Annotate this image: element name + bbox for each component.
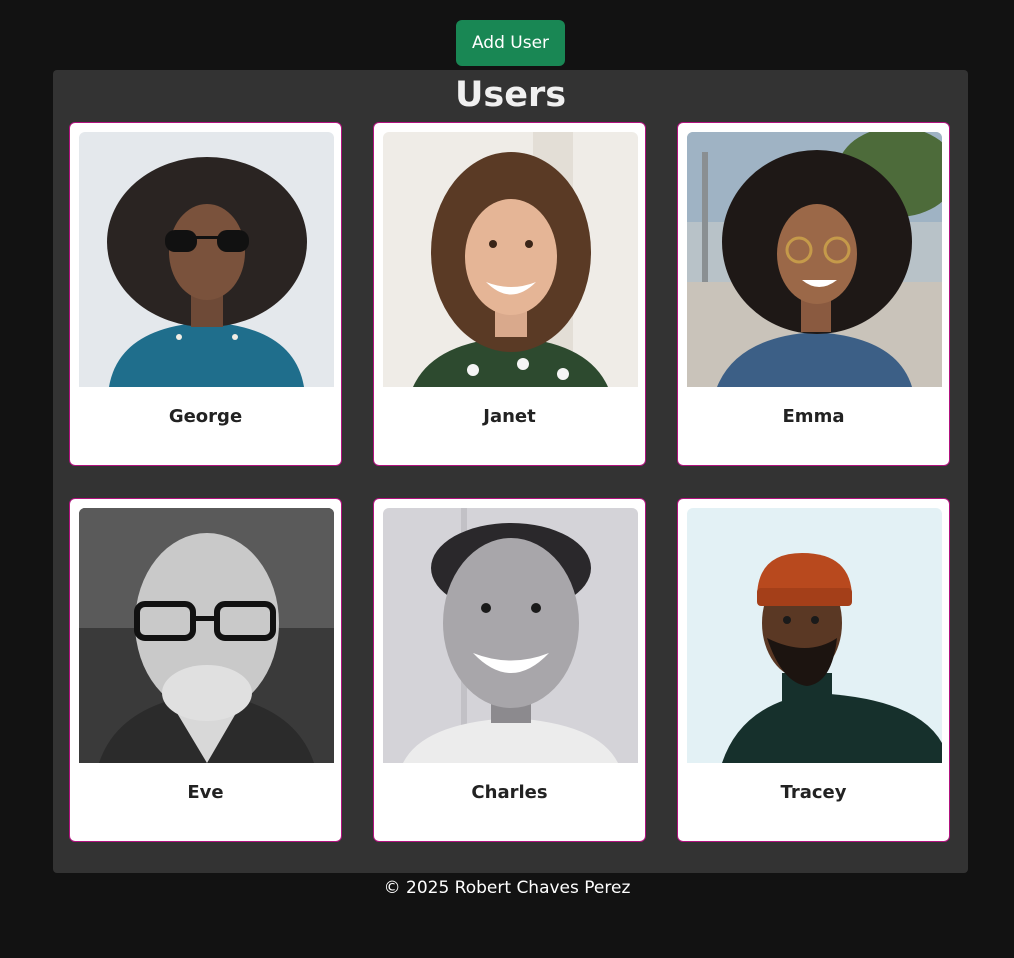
user-name: Janet	[483, 406, 536, 427]
user-card[interactable]: Emma	[677, 122, 950, 466]
user-card[interactable]: Charles	[373, 498, 646, 842]
user-photo	[383, 132, 638, 387]
user-photo-image	[79, 132, 334, 387]
user-card[interactable]: Tracey	[677, 498, 950, 842]
footer-copyright: © 2025 Robert Chaves Perez	[383, 878, 631, 898]
user-photo	[383, 508, 638, 763]
user-name: Tracey	[780, 782, 847, 803]
user-photo	[79, 508, 334, 763]
user-photo	[687, 508, 942, 763]
user-name: Eve	[187, 782, 224, 803]
user-card[interactable]: Eve	[69, 498, 342, 842]
user-photo-image	[383, 508, 638, 763]
user-photo	[687, 132, 942, 387]
page-title: Users	[454, 75, 567, 115]
user-name: George	[168, 406, 243, 427]
user-photo-image	[79, 508, 334, 763]
users-panel: Users George Janet Emma Eve Charles Trac…	[53, 70, 968, 873]
user-card[interactable]: George	[69, 122, 342, 466]
add-user-button[interactable]: Add User	[456, 20, 565, 66]
user-photo-image	[383, 132, 638, 387]
user-name: Emma	[782, 406, 845, 427]
user-photo-image	[687, 508, 942, 763]
user-name: Charles	[471, 782, 548, 803]
user-card[interactable]: Janet	[373, 122, 646, 466]
user-photo-image	[687, 132, 942, 387]
user-photo	[79, 132, 334, 387]
